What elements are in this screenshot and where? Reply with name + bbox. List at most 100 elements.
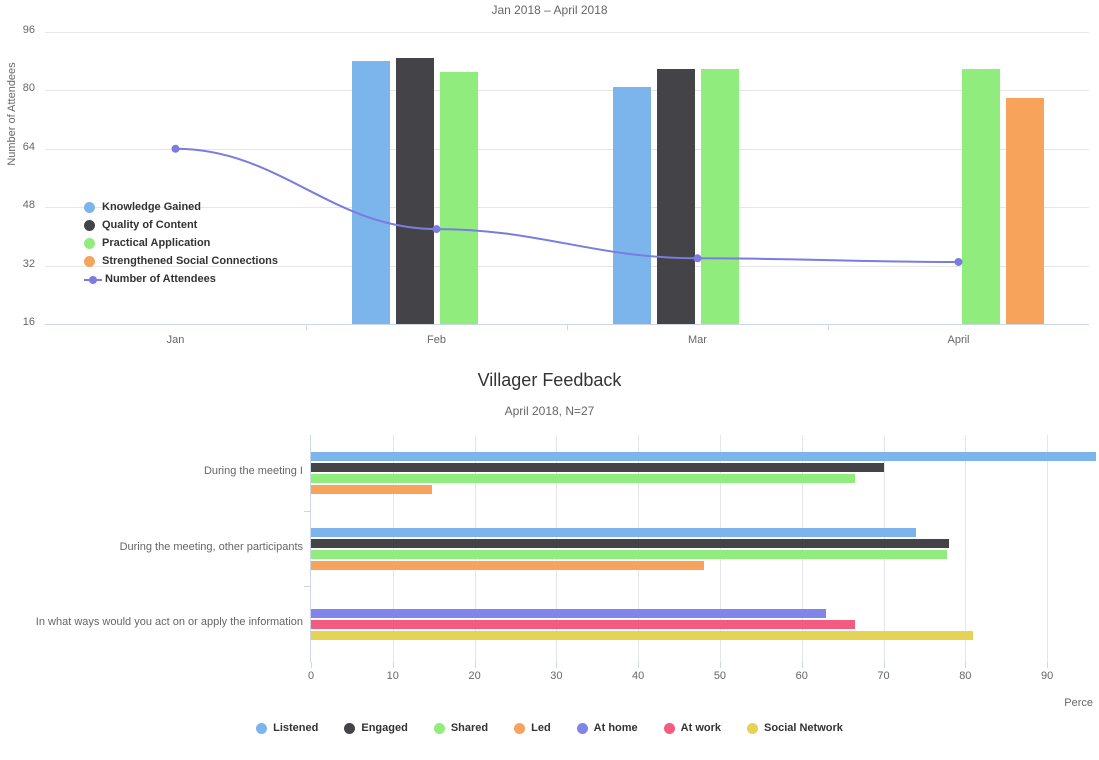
villager-feedback-x-axis-title: Perce [1064,697,1093,709]
legend-item[interactable]: Social Network [747,722,843,734]
legend-item[interactable]: Shared [433,722,489,734]
bar[interactable] [311,549,948,559]
bar[interactable] [311,608,827,618]
legend-label: Led [531,722,551,734]
x-tick-label: 60 [795,670,808,682]
x-tick-label: 70 [877,670,890,682]
attendance-chart-subtitle: Jan 2018 – April 2018 [491,3,608,17]
villager-feedback-chart: Villager Feedback April 2018, N=27 Durin… [0,360,1099,760]
x-tick-mark [567,324,568,330]
legend-item[interactable]: Number of Attendees [84,270,324,288]
attendance-y-axis-title: Number of Attendees [6,62,18,166]
bar[interactable] [311,538,949,548]
x-tick-label: 90 [1040,670,1054,682]
bar[interactable] [311,527,917,537]
legend-label: Listened [273,722,319,734]
legend-swatch-icon [256,722,268,734]
x-tick-mark [1047,662,1049,668]
line-marker[interactable] [693,254,702,263]
x-tick-mark [556,662,558,668]
legend-label: Knowledge Gained [102,201,202,213]
legend-label: Quality of Content [102,219,198,231]
legend-swatch-icon [84,237,95,249]
legend-item[interactable]: Quality of Content [84,216,324,234]
villager-feedback-plot-area [311,435,1097,662]
legend-swatch-icon [747,722,759,734]
y-tick-label: 16 [22,316,35,328]
line-marker[interactable] [432,225,441,234]
bar[interactable] [311,619,855,629]
y-tick-label: 80 [22,82,35,95]
legend-label: Shared [450,722,489,734]
category-label: In what ways would you act on or apply t… [35,616,303,629]
category-label: During the meeting, other participants [119,540,303,553]
legend-item[interactable]: At work [663,722,722,734]
legend-item[interactable]: Knowledge Gained [84,198,324,216]
legend-item[interactable]: Strengthened Social Connections [84,252,324,270]
line-marker[interactable] [171,144,180,153]
x-tick-label: 40 [632,670,645,682]
legend-swatch-icon [84,219,95,231]
x-tick-mark [965,662,967,668]
bar[interactable] [311,451,1097,461]
legend-item[interactable]: Listened [256,722,318,734]
y-tick-label: 48 [22,199,35,212]
legend-swatch-icon [84,201,95,213]
x-tick-label: 20 [468,670,481,682]
legend-label: Engaged [361,722,408,734]
legend-swatch-icon [84,255,95,267]
x-tick-label: Mar [688,334,707,346]
x-tick-label: 0 [307,670,315,682]
x-tick-mark [883,662,885,668]
villager-feedback-title: Villager Feedback [477,370,622,390]
y-tick-label: 32 [22,257,35,270]
bar[interactable] [311,484,433,494]
bar[interactable] [311,473,855,483]
legend-swatch-icon [433,722,445,734]
gridline [883,435,885,662]
x-tick-mark [311,662,312,668]
legend-item[interactable]: At home [576,722,638,734]
y-tick-mark [304,510,310,512]
legend-swatch-icon [576,722,588,734]
x-tick-label: 80 [959,670,972,682]
attendance-chart: Jan 2018 – April 2018 Number of Attendee… [0,0,1099,360]
legend-label: At work [680,722,722,734]
bar[interactable] [311,462,884,472]
x-tick-label: 50 [713,670,727,682]
line-marker-icon [84,274,102,285]
attendance-legend: Knowledge Gained Quality of Content Practi… [84,198,324,288]
x-tick-mark [801,662,803,668]
legend-swatch-icon [514,722,526,734]
x-tick-mark [306,324,307,330]
legend-label: At home [593,722,638,734]
legend-swatch-icon [344,722,356,734]
y-tick-label: 64 [22,140,35,153]
x-tick-mark [828,324,829,330]
x-tick-label: 10 [386,670,399,682]
legend-item[interactable]: Led [514,722,551,734]
bar[interactable] [311,630,974,640]
x-tick-label: April [947,334,970,346]
x-tick-mark [638,662,640,668]
legend-swatch-icon [663,722,675,734]
gridline [965,435,967,662]
line-marker[interactable] [954,257,963,266]
legend-label: Practical Application [102,237,211,249]
y-tick-mark [304,586,310,588]
x-tick-label: 30 [550,670,563,682]
legend-item[interactable]: Engaged [344,722,408,734]
legend-item[interactable]: Practical Application [84,234,324,252]
x-tick-mark [719,662,721,668]
x-tick-mark [474,662,476,668]
y-tick-label: 96 [22,24,35,36]
villager-feedback-y-axis [310,435,311,662]
villager-feedback-legend: Listened Engaged Shared Led At home At work So… [0,722,1099,734]
x-tick-label: Feb [427,334,446,346]
dashboard-root: Jan 2018 – April 2018 Number of Attendee… [0,0,1099,760]
bar[interactable] [311,560,704,570]
x-tick-mark [392,662,394,668]
villager-feedback-subtitle: April 2018, N=27 [504,404,595,418]
category-label: During the meeting I [203,464,303,477]
x-tick-label: Jan [166,334,185,346]
